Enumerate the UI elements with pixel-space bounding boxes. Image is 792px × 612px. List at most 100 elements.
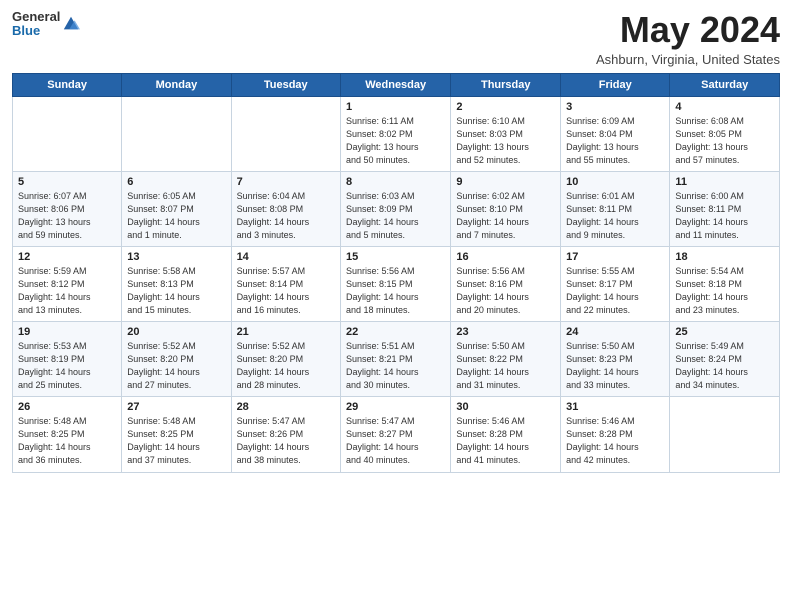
calendar-cell: 18 Sunrise: 5:54 AMSunset: 8:18 PMDayligh…: [670, 246, 780, 321]
calendar-cell: 27 Sunrise: 5:48 AMSunset: 8:25 PMDayligh…: [122, 397, 231, 472]
day-info: Sunrise: 5:56 AMSunset: 8:16 PMDaylight:…: [456, 265, 555, 317]
day-number: 6: [127, 176, 225, 188]
day-number: 7: [237, 176, 335, 188]
day-number: 17: [566, 251, 664, 263]
logo-general: General: [12, 10, 60, 24]
calendar-week-1: 1 Sunrise: 6:11 AMSunset: 8:02 PMDaylight…: [13, 96, 780, 171]
calendar-cell: [122, 96, 231, 171]
day-info: Sunrise: 6:04 AMSunset: 8:08 PMDaylight:…: [237, 190, 335, 242]
day-info: Sunrise: 5:47 AMSunset: 8:27 PMDaylight:…: [346, 415, 445, 467]
day-number: 27: [127, 401, 225, 413]
calendar-cell: 20 Sunrise: 5:52 AMSunset: 8:20 PMDayligh…: [122, 322, 231, 397]
calendar-cell: 9Sunrise: 6:02 AMSunset: 8:10 PMDaylight…: [451, 171, 561, 246]
day-info: Sunrise: 5:47 AMSunset: 8:26 PMDaylight:…: [237, 415, 335, 467]
day-number: 22: [346, 326, 445, 338]
day-number: 14: [237, 251, 335, 263]
calendar-cell: 6Sunrise: 6:05 AMSunset: 8:07 PMDaylight…: [122, 171, 231, 246]
calendar-body: 1 Sunrise: 6:11 AMSunset: 8:02 PMDaylight…: [13, 96, 780, 472]
day-number: 12: [18, 251, 116, 263]
day-number: 10: [566, 176, 664, 188]
day-number: 23: [456, 326, 555, 338]
calendar-week-2: 5Sunrise: 6:07 AMSunset: 8:06 PMDaylight…: [13, 171, 780, 246]
calendar-cell: 28Sunrise: 5:47 AMSunset: 8:26 PMDayligh…: [231, 397, 340, 472]
day-number: 20: [127, 326, 225, 338]
day-info: Sunrise: 5:55 AMSunset: 8:17 PMDaylight:…: [566, 265, 664, 317]
calendar-cell: 12 Sunrise: 5:59 AMSunset: 8:12 PMDayligh…: [13, 246, 122, 321]
day-info: Sunrise: 6:11 AMSunset: 8:02 PMDaylight:…: [346, 115, 445, 167]
calendar-cell: [670, 397, 780, 472]
day-info: Sunrise: 5:59 AMSunset: 8:12 PMDaylight:…: [18, 265, 116, 317]
day-info: Sunrise: 5:56 AMSunset: 8:15 PMDaylight:…: [346, 265, 445, 317]
calendar-cell: 13Sunrise: 5:58 AMSunset: 8:13 PMDayligh…: [122, 246, 231, 321]
day-number: 1: [346, 101, 445, 113]
weekday-header-friday: Friday: [561, 73, 670, 96]
calendar-cell: 7 Sunrise: 6:04 AMSunset: 8:08 PMDaylight…: [231, 171, 340, 246]
calendar-cell: 10 Sunrise: 6:01 AMSunset: 8:11 PMDayligh…: [561, 171, 670, 246]
day-number: 26: [18, 401, 116, 413]
day-number: 4: [675, 101, 774, 113]
weekday-header-saturday: Saturday: [670, 73, 780, 96]
calendar-week-5: 26 Sunrise: 5:48 AMSunset: 8:25 PMDayligh…: [13, 397, 780, 472]
day-info: Sunrise: 6:09 AMSunset: 8:04 PMDaylight:…: [566, 115, 664, 167]
calendar-cell: 11Sunrise: 6:00 AMSunset: 8:11 PMDayligh…: [670, 171, 780, 246]
day-number: 3: [566, 101, 664, 113]
calendar-cell: [231, 96, 340, 171]
day-info: Sunrise: 5:50 AMSunset: 8:22 PMDaylight:…: [456, 340, 555, 392]
day-info: Sunrise: 5:51 AMSunset: 8:21 PMDaylight:…: [346, 340, 445, 392]
logo-blue: Blue: [12, 24, 60, 38]
calendar-cell: 24 Sunrise: 5:50 AMSunset: 8:23 PMDayligh…: [561, 322, 670, 397]
day-number: 19: [18, 326, 116, 338]
weekday-header-wednesday: Wednesday: [340, 73, 450, 96]
calendar-cell: 25 Sunrise: 5:49 AMSunset: 8:24 PMDayligh…: [670, 322, 780, 397]
day-number: 29: [346, 401, 445, 413]
calendar-cell: 1 Sunrise: 6:11 AMSunset: 8:02 PMDaylight…: [340, 96, 450, 171]
day-info: Sunrise: 5:49 AMSunset: 8:24 PMDaylight:…: [675, 340, 774, 392]
calendar-cell: 31 Sunrise: 5:46 AMSunset: 8:28 PMDayligh…: [561, 397, 670, 472]
calendar-cell: 19Sunrise: 5:53 AMSunset: 8:19 PMDayligh…: [13, 322, 122, 397]
logo-icon: [62, 15, 80, 33]
weekday-header-thursday: Thursday: [451, 73, 561, 96]
day-info: Sunrise: 5:48 AMSunset: 8:25 PMDaylight:…: [18, 415, 116, 467]
calendar-cell: 4 Sunrise: 6:08 AMSunset: 8:05 PMDaylight…: [670, 96, 780, 171]
weekday-header-tuesday: Tuesday: [231, 73, 340, 96]
day-number: 18: [675, 251, 774, 263]
header: General Blue May 2024 Ashburn, Virginia,…: [12, 10, 780, 67]
day-info: Sunrise: 6:10 AMSunset: 8:03 PMDaylight:…: [456, 115, 555, 167]
day-info: Sunrise: 5:46 AMSunset: 8:28 PMDaylight:…: [566, 415, 664, 467]
day-number: 9: [456, 176, 555, 188]
calendar-cell: 8Sunrise: 6:03 AMSunset: 8:09 PMDaylight…: [340, 171, 450, 246]
day-number: 24: [566, 326, 664, 338]
weekday-header-row: SundayMondayTuesdayWednesdayThursdayFrid…: [13, 73, 780, 96]
logo: General Blue: [12, 10, 80, 39]
day-number: 31: [566, 401, 664, 413]
weekday-header-monday: Monday: [122, 73, 231, 96]
day-number: 25: [675, 326, 774, 338]
calendar-cell: 23 Sunrise: 5:50 AMSunset: 8:22 PMDayligh…: [451, 322, 561, 397]
day-info: Sunrise: 5:50 AMSunset: 8:23 PMDaylight:…: [566, 340, 664, 392]
day-info: Sunrise: 6:07 AMSunset: 8:06 PMDaylight:…: [18, 190, 116, 242]
day-info: Sunrise: 6:08 AMSunset: 8:05 PMDaylight:…: [675, 115, 774, 167]
calendar-cell: 21Sunrise: 5:52 AMSunset: 8:20 PMDayligh…: [231, 322, 340, 397]
day-info: Sunrise: 6:01 AMSunset: 8:11 PMDaylight:…: [566, 190, 664, 242]
calendar-cell: 15 Sunrise: 5:56 AMSunset: 8:15 PMDayligh…: [340, 246, 450, 321]
day-info: Sunrise: 6:00 AMSunset: 8:11 PMDaylight:…: [675, 190, 774, 242]
weekday-header-sunday: Sunday: [13, 73, 122, 96]
calendar-header: SundayMondayTuesdayWednesdayThursdayFrid…: [13, 73, 780, 96]
day-info: Sunrise: 5:54 AMSunset: 8:18 PMDaylight:…: [675, 265, 774, 317]
day-info: Sunrise: 5:48 AMSunset: 8:25 PMDaylight:…: [127, 415, 225, 467]
page: General Blue May 2024 Ashburn, Virginia,…: [0, 0, 792, 612]
title-block: May 2024 Ashburn, Virginia, United State…: [596, 10, 780, 67]
day-number: 15: [346, 251, 445, 263]
calendar-cell: [13, 96, 122, 171]
day-info: Sunrise: 5:46 AMSunset: 8:28 PMDaylight:…: [456, 415, 555, 467]
title-month: May 2024: [596, 10, 780, 50]
day-number: 8: [346, 176, 445, 188]
day-info: Sunrise: 5:52 AMSunset: 8:20 PMDaylight:…: [127, 340, 225, 392]
calendar-cell: 29 Sunrise: 5:47 AMSunset: 8:27 PMDayligh…: [340, 397, 450, 472]
day-number: 16: [456, 251, 555, 263]
calendar-cell: 17 Sunrise: 5:55 AMSunset: 8:17 PMDayligh…: [561, 246, 670, 321]
calendar-cell: 5Sunrise: 6:07 AMSunset: 8:06 PMDaylight…: [13, 171, 122, 246]
calendar-table: SundayMondayTuesdayWednesdayThursdayFrid…: [12, 73, 780, 473]
day-number: 2: [456, 101, 555, 113]
day-info: Sunrise: 5:58 AMSunset: 8:13 PMDaylight:…: [127, 265, 225, 317]
